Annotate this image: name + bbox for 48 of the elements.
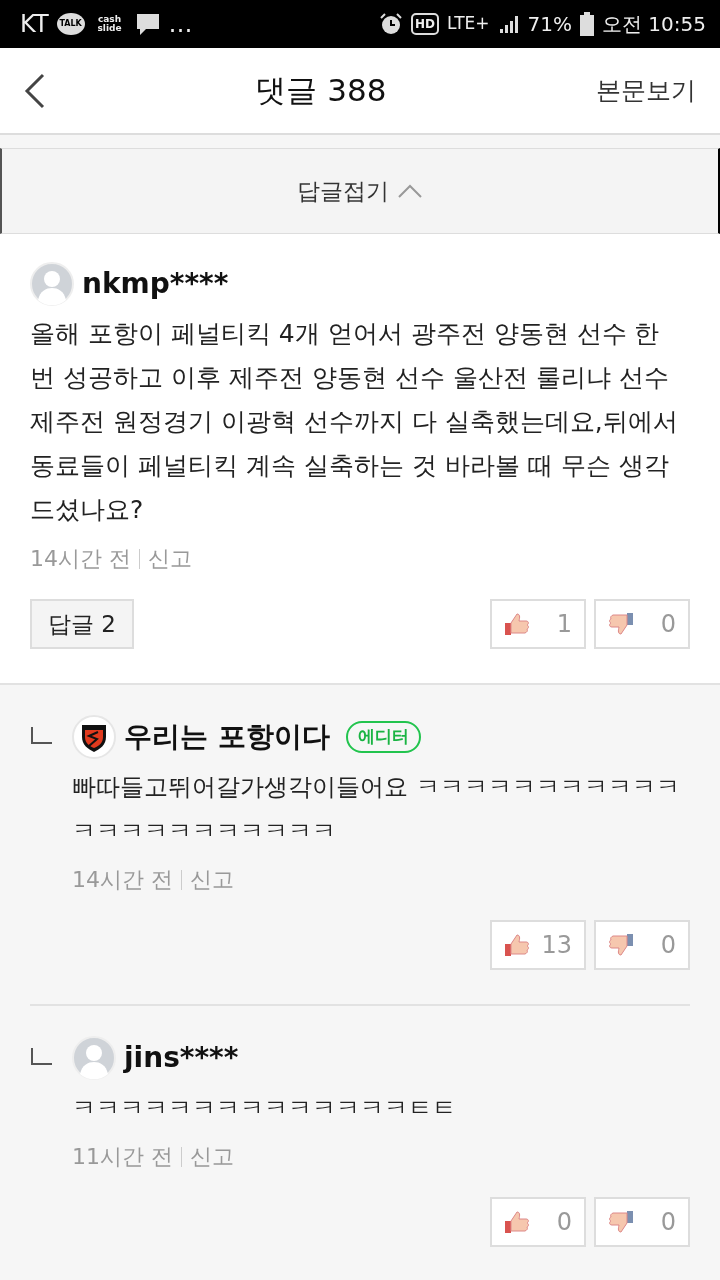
- view-article-link[interactable]: 본문보기: [596, 71, 696, 110]
- cash-app-icon: cash slide: [92, 15, 127, 33]
- comment-time: 14시간 전: [72, 866, 173, 894]
- reply-indent-icon: [30, 727, 52, 745]
- page-title: 댓글 388: [255, 71, 387, 111]
- like-button[interactable]: 13: [490, 920, 586, 970]
- signal-icon: [497, 13, 520, 35]
- editor-tag: 에디터: [345, 721, 421, 753]
- carrier-name: KT: [20, 9, 49, 40]
- reply-author: 우리는 포항이다: [124, 719, 330, 755]
- comment-text: 올해 포항이 페널티킥 4개 얻어서 광주전 양동현 선수 한 번 성공하고 이후 제주전 양동현 선수 울산전 룰리냐 선수 제주전 원정경기 이광혁 선수까지 다 실축했는데요,뒤에서 동료들이 페널티킥 계속 실축하는 것 바라볼 때 무슨 생각 드셨나요?: [30, 318, 679, 526]
- reply-author: jins****: [124, 1040, 239, 1076]
- like-button[interactable]: 1: [490, 599, 586, 649]
- reply-text: ㅋㅋㅋㅋㅋㅋㅋㅋㅋㅋㅋㅋㅋㅋㅌㅌ: [72, 1093, 457, 1124]
- report-link[interactable]: 신고: [190, 1140, 234, 1173]
- chat-app-icon: TALK: [56, 13, 85, 35]
- battery-icon: [580, 12, 594, 36]
- back-icon[interactable]: [24, 72, 46, 109]
- hd-voice-indicator: HD: [411, 13, 440, 35]
- avatar-icon: [30, 262, 74, 306]
- thumbs-up-icon: [504, 933, 530, 957]
- replies-button[interactable]: 답글 2: [30, 599, 134, 649]
- comment-author: nkmp****: [82, 266, 229, 302]
- thumbs-down-icon: [608, 1210, 634, 1234]
- message-icon: [134, 11, 161, 37]
- reply-indent-icon: [30, 1048, 52, 1066]
- thumbs-up-icon: [504, 612, 530, 636]
- collapse-replies-button[interactable]: 답글접기: [0, 148, 720, 234]
- avatar-icon: [72, 1036, 116, 1080]
- thumbs-up-icon: [504, 1210, 530, 1234]
- report-link[interactable]: 신고: [190, 863, 234, 896]
- dislike-button[interactable]: 0: [594, 599, 690, 649]
- battery-percent: 71%: [527, 11, 572, 38]
- thumbs-down-icon: [608, 933, 634, 957]
- comment-time: 11시간 전: [72, 1143, 173, 1171]
- clock: 오전 10:55: [602, 11, 706, 38]
- comment-time: 14시간 전: [30, 545, 131, 573]
- alarm-icon: [379, 12, 404, 36]
- thumbs-down-icon: [608, 612, 634, 636]
- more-notifications: …: [168, 9, 193, 40]
- dislike-button[interactable]: 0: [594, 1197, 690, 1247]
- network-type: LTE+: [447, 12, 490, 36]
- report-link[interactable]: 신고: [148, 542, 192, 575]
- like-button[interactable]: 0: [490, 1197, 586, 1247]
- dislike-button[interactable]: 0: [594, 920, 690, 970]
- reply-text: 빠따들고뛰어갈가생각이들어요 ㅋㅋㅋㅋㅋㅋㅋㅋㅋㅋㅋㅋㅋㅋㅋㅋㅋㅋㅋㅋㅋㅋ: [72, 772, 681, 847]
- team-emblem-icon: [72, 715, 116, 759]
- caret-up-icon: [397, 183, 423, 199]
